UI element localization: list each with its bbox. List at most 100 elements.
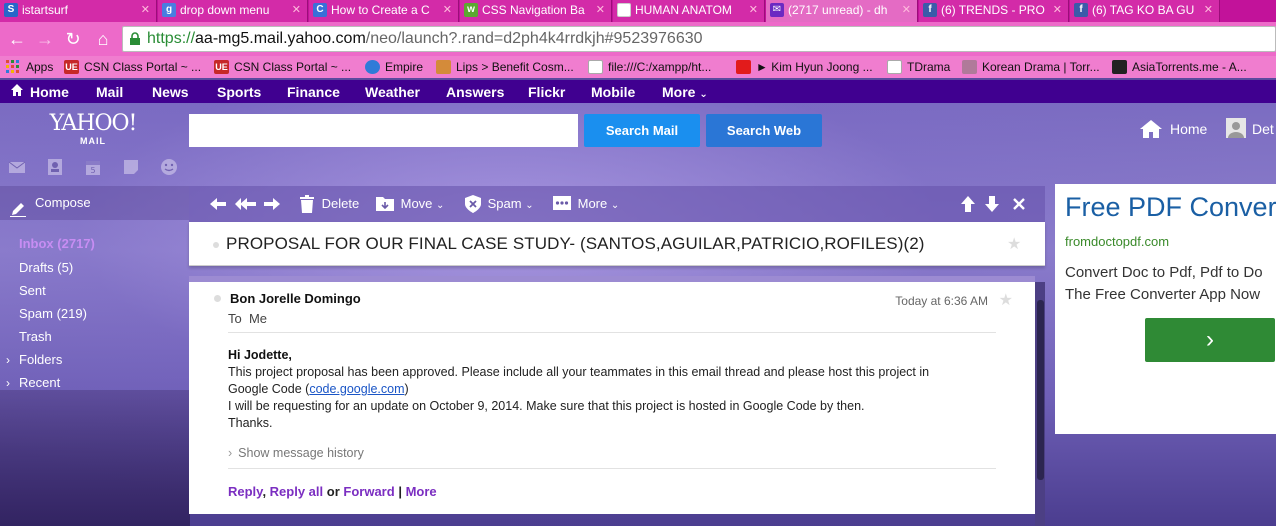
nav-weather[interactable]: Weather — [365, 84, 420, 100]
nav-flickr[interactable]: Flickr — [528, 84, 565, 100]
forward-arrow-icon[interactable]: → — [34, 28, 56, 50]
user-menu[interactable]: Det — [1226, 118, 1274, 140]
nav-finance[interactable]: Finance — [287, 84, 340, 100]
nav-answers[interactable]: Answers — [446, 84, 504, 100]
home-icon[interactable]: ⌂ — [92, 28, 114, 50]
message-card: Bon Jorelle Domingo To Me Today at 6:36 … — [189, 282, 1035, 514]
reply-all-link[interactable]: Reply all — [270, 484, 323, 499]
move-button[interactable]: Move ⌄ — [376, 195, 444, 215]
nav-mail[interactable]: Mail — [96, 84, 123, 100]
bookmark-apps[interactable]: Apps — [6, 59, 53, 75]
recipient-name[interactable]: Me — [249, 311, 267, 326]
tab-close-icon[interactable]: ✕ — [1204, 0, 1213, 20]
bookmark-item[interactable]: file:///C:/xampp/ht... — [588, 59, 711, 75]
chevron-right-icon: › — [6, 376, 10, 390]
ad-title[interactable]: Free PDF Conver — [1065, 192, 1276, 223]
nav-home[interactable]: Home — [30, 84, 69, 100]
sender-name[interactable]: Bon Jorelle Domingo — [230, 291, 361, 306]
home-icon[interactable] — [10, 83, 24, 97]
tab-close-icon[interactable]: ✕ — [749, 0, 758, 20]
bookmark-item[interactable]: Empire — [365, 59, 423, 75]
sidebar-ad[interactable]: Free PDF Conver fromdoctopdf.com Convert… — [1055, 184, 1276, 434]
reload-icon[interactable]: ↻ — [62, 28, 84, 50]
bookmark-item[interactable]: UE CSN Class Portal ~ ... — [214, 59, 351, 75]
previous-message-icon[interactable] — [960, 195, 976, 213]
tab-close-icon[interactable]: ✕ — [443, 0, 452, 20]
close-icon[interactable] — [1012, 195, 1026, 213]
tab-close-icon[interactable]: ✕ — [596, 0, 605, 20]
file-icon — [588, 60, 603, 74]
folder-inbox[interactable]: Inbox (2717) — [19, 236, 95, 252]
ad-go-button[interactable]: › — [1145, 318, 1275, 362]
spam-button[interactable]: Spam ⌄ — [465, 195, 534, 215]
bookmark-item[interactable]: Lips > Benefit Cosm... — [436, 59, 574, 75]
more-button[interactable]: More ⌄ — [553, 195, 619, 215]
browser-tab-active[interactable]: ✉ (2717 unread) - dh ✕ — [766, 0, 918, 22]
mail-icon[interactable] — [8, 158, 26, 176]
folder-drafts[interactable]: Drafts (5) — [19, 260, 73, 276]
folder-folders[interactable]: › Folders — [6, 352, 62, 368]
apps-grid-icon — [6, 60, 21, 74]
star-icon[interactable]: ★ — [1007, 234, 1021, 254]
next-message-icon[interactable] — [984, 195, 1000, 213]
folder-recent[interactable]: › Recent — [6, 375, 60, 391]
tab-close-icon[interactable]: ✕ — [292, 0, 301, 20]
search-input[interactable] — [189, 114, 578, 147]
browser-tab[interactable]: S istartsurf ✕ — [0, 0, 157, 22]
search-mail-button[interactable]: Search Mail — [584, 114, 700, 147]
google-code-link[interactable]: code.google.com — [309, 382, 404, 396]
bookmark-label: Empire — [385, 60, 424, 74]
browser-tab[interactable]: C How to Create a C ✕ — [309, 0, 459, 22]
bookmark-item[interactable]: ► Kim Hyun Joong ... — [736, 59, 873, 75]
bookmark-label: AsiaTorrents.me - A... — [1132, 60, 1247, 74]
calendar-icon[interactable]: 5 — [84, 158, 102, 176]
tab-favicon-icon: f — [923, 3, 937, 17]
tab-close-icon[interactable]: ✕ — [141, 0, 150, 20]
reply-icon[interactable] — [209, 195, 227, 213]
folder-sent[interactable]: Sent — [19, 283, 46, 299]
browser-tab[interactable]: HUMAN ANATOM ✕ — [613, 0, 765, 22]
chevron-down-icon: ⌄ — [699, 89, 708, 100]
bookmark-label: Korean Drama | Torr... — [982, 60, 1100, 74]
contacts-icon[interactable] — [46, 158, 64, 176]
messenger-icon[interactable] — [160, 158, 178, 176]
nav-mobile[interactable]: Mobile — [591, 84, 635, 100]
scrollbar-thumb[interactable] — [1037, 300, 1044, 480]
bookmark-item[interactable]: TDrama — [887, 59, 950, 75]
reply-link[interactable]: Reply — [228, 484, 262, 499]
unread-dot-icon[interactable] — [213, 242, 219, 248]
reply-all-icon[interactable] — [235, 195, 257, 213]
message-subject: PROPOSAL FOR OUR FINAL CASE STUDY- (SANT… — [226, 234, 925, 253]
unread-dot-icon[interactable] — [214, 295, 221, 302]
forward-icon[interactable] — [263, 195, 281, 213]
tab-close-icon[interactable]: ✕ — [902, 0, 911, 20]
forward-link[interactable]: Forward — [343, 484, 394, 499]
browser-tab[interactable]: f (6) TAG KO BA GU ✕ — [1070, 0, 1220, 22]
nav-news[interactable]: News — [152, 84, 189, 100]
folder-spam[interactable]: Spam (219) — [19, 306, 87, 322]
nav-more[interactable]: More ⌄ — [662, 84, 708, 103]
folder-trash[interactable]: Trash — [19, 329, 52, 345]
bookmark-item[interactable]: AsiaTorrents.me - A... — [1112, 59, 1247, 75]
back-arrow-icon[interactable]: ← — [6, 28, 28, 50]
browser-tab[interactable]: w CSS Navigation Ba ✕ — [460, 0, 612, 22]
shield-icon — [465, 195, 481, 213]
address-bar[interactable]: https://aa-mg5.mail.yahoo.com/neo/launch… — [122, 26, 1276, 52]
search-web-button[interactable]: Search Web — [706, 114, 822, 147]
yahoo-mail-logo[interactable]: YAHOO! MAIL — [46, 112, 140, 147]
show-history-toggle[interactable]: › Show message history — [228, 446, 364, 460]
tab-close-icon[interactable]: ✕ — [1053, 0, 1062, 20]
notepad-icon[interactable] — [122, 158, 140, 176]
bookmark-item[interactable]: UE CSN Class Portal ~ ... — [64, 59, 201, 75]
browser-tab[interactable]: g drop down menu ✕ — [158, 0, 308, 22]
svg-text:5: 5 — [90, 166, 95, 175]
bookmark-item[interactable]: Korean Drama | Torr... — [962, 59, 1100, 75]
ad-domain[interactable]: fromdoctopdf.com — [1065, 234, 1169, 249]
star-icon[interactable]: ★ — [999, 290, 1013, 310]
more-link[interactable]: More — [406, 484, 437, 499]
browser-tab[interactable]: f (6) TRENDS - PRO ✕ — [919, 0, 1069, 22]
delete-button[interactable]: Delete — [300, 195, 359, 213]
nav-sports[interactable]: Sports — [217, 84, 261, 100]
header-home-link[interactable]: Home — [1140, 120, 1207, 142]
compose-button[interactable]: Compose — [0, 186, 189, 220]
